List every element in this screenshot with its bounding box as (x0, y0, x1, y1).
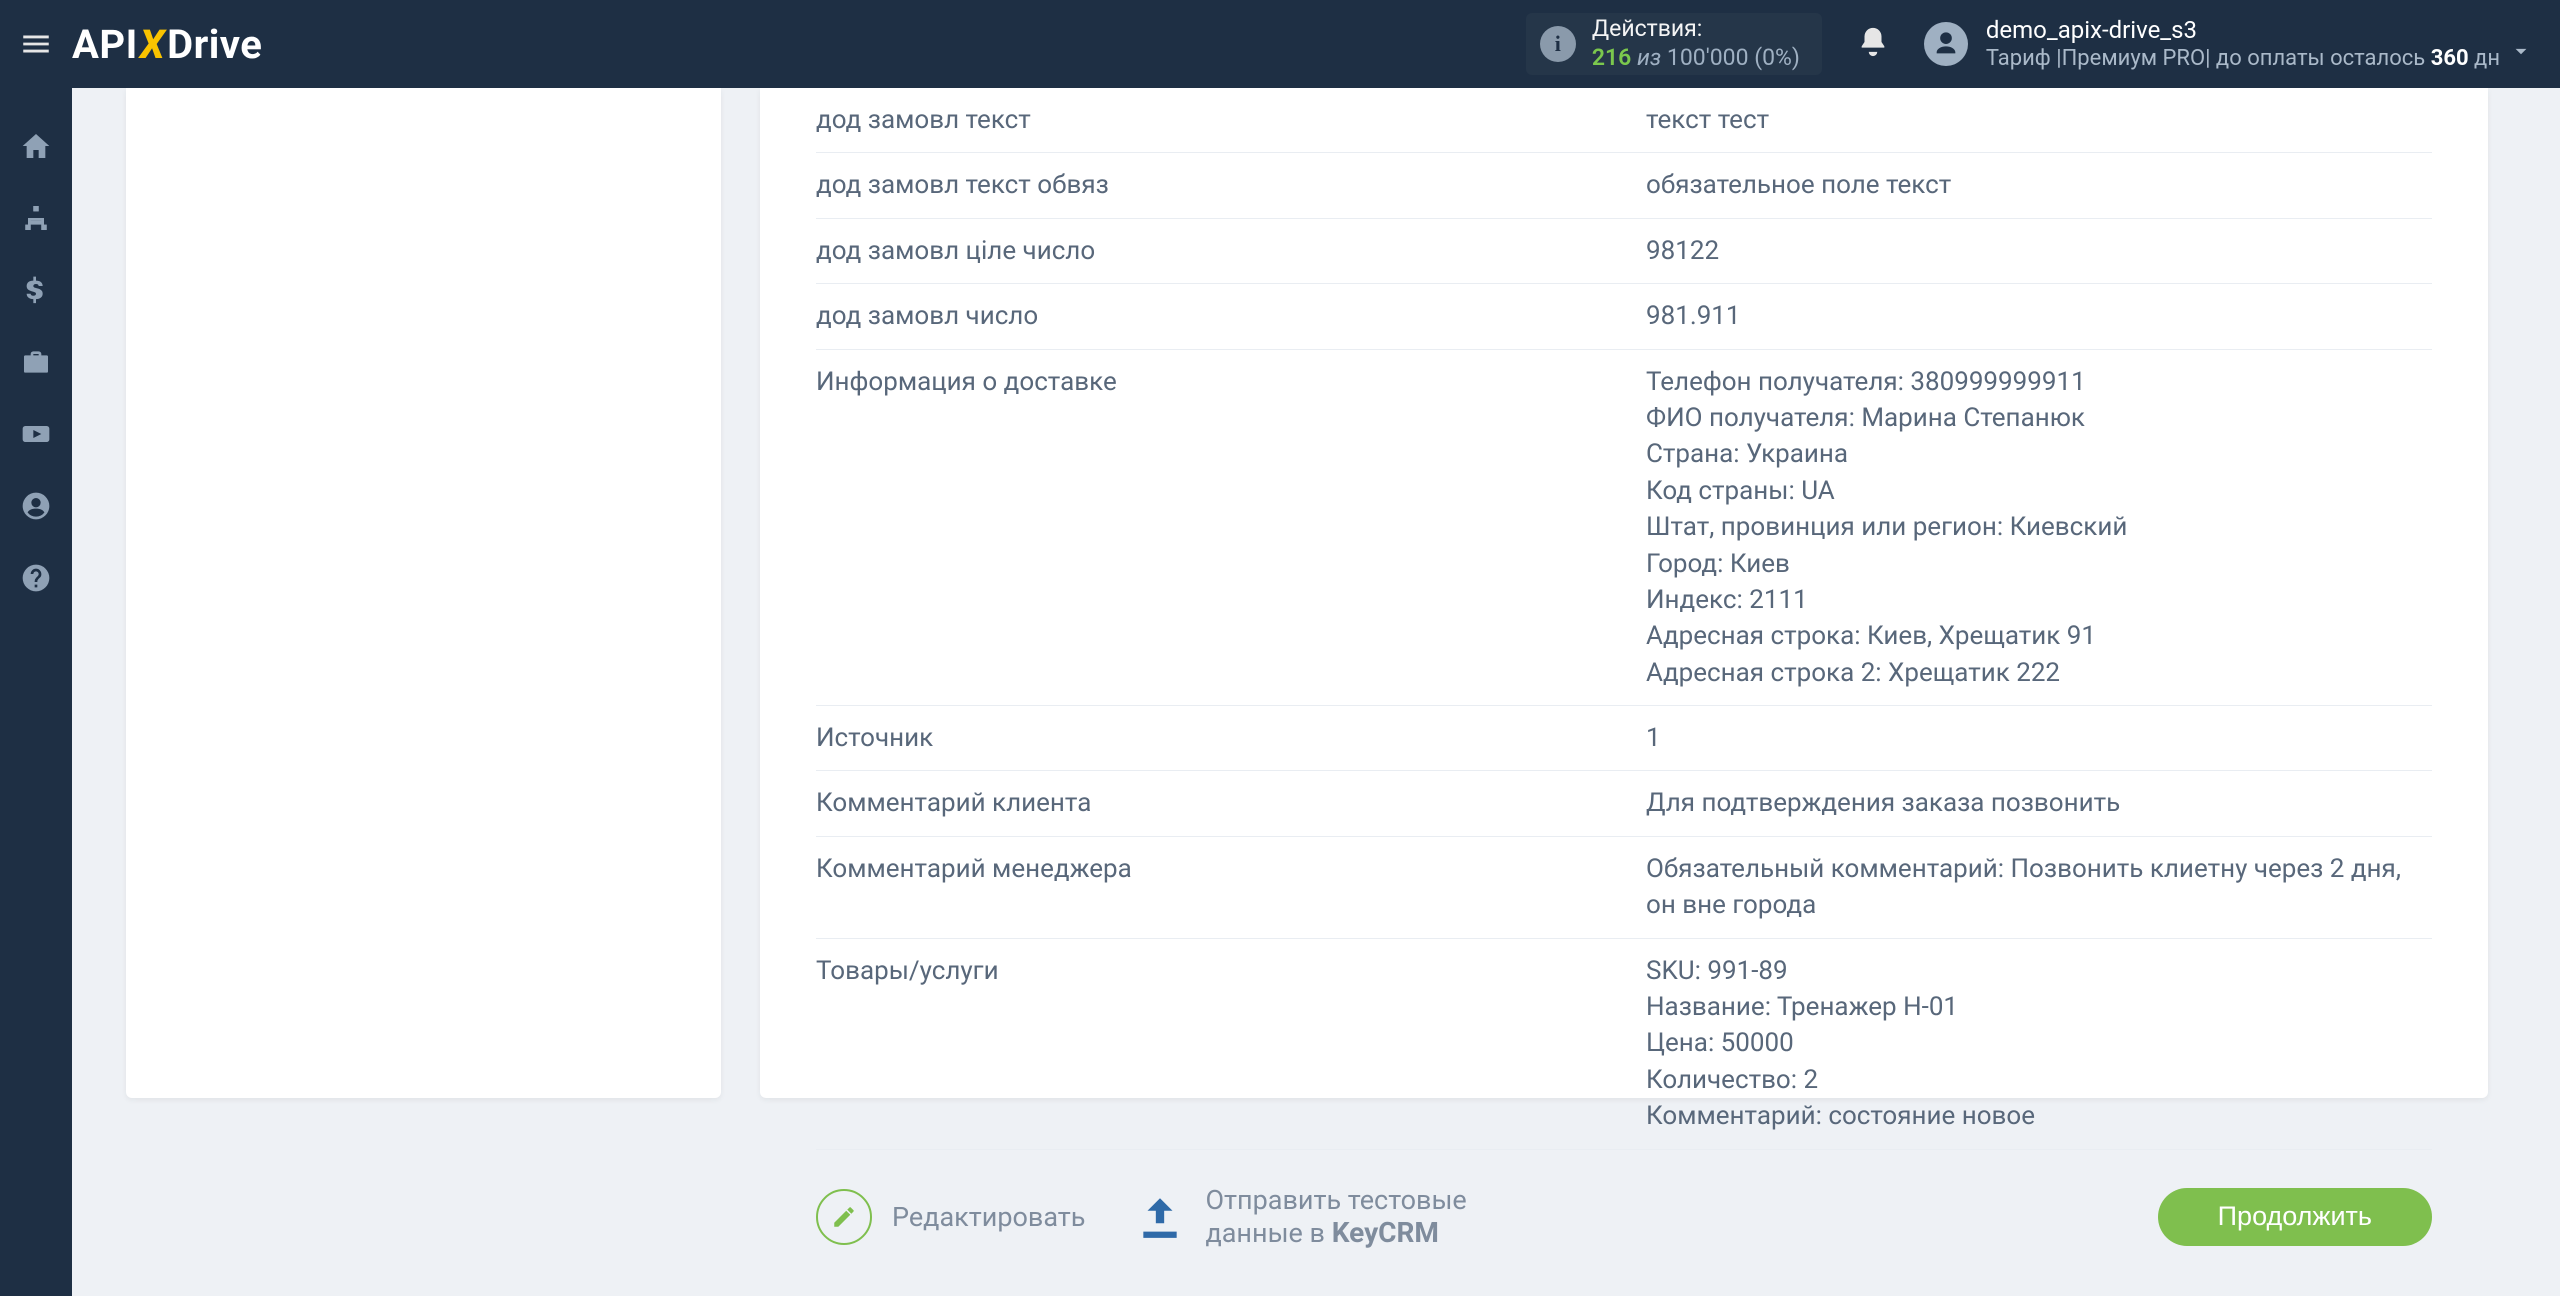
table-row: дод замовл тексттекст тест (816, 88, 2432, 153)
table-row: Информация о доставкеТелефон получателя:… (816, 349, 2432, 706)
field-label: Комментарий менеджера (816, 836, 1646, 938)
fields-table: дод замовл тексттекст тестдод замовл тек… (816, 88, 2432, 1150)
nav-home[interactable] (20, 130, 52, 166)
table-row: Источник1 (816, 706, 2432, 771)
side-panel-card (126, 88, 721, 1098)
nav-connections[interactable] (20, 202, 52, 238)
field-label: Источник (816, 706, 1646, 771)
chevron-down-icon (2508, 38, 2534, 64)
edit-label: Редактировать (892, 1201, 1085, 1233)
edit-button[interactable]: Редактировать (816, 1189, 1085, 1245)
user-circle-icon (20, 490, 52, 522)
avatar (1924, 22, 1968, 66)
actions-label: Действия: (1592, 15, 1800, 44)
user-menu[interactable]: demo_apix-drive_s3 Тариф |Премиум PRO| д… (1924, 15, 2560, 73)
actions-used: 216 (1592, 44, 1631, 71)
dollar-icon (20, 274, 52, 306)
menu-toggle[interactable] (0, 0, 72, 88)
bell-icon (1856, 25, 1890, 59)
actions-of: из (1637, 44, 1661, 71)
actions-counter[interactable]: i Действия: 216 из 100'000 (0%) (1526, 13, 1822, 75)
side-rail (0, 88, 72, 1296)
table-row: Комментарий менеджераОбязательный коммен… (816, 836, 2432, 938)
table-row: дод замовл текст обвязобязательное поле … (816, 153, 2432, 218)
content-area: дод замовл тексттекст тестдод замовл тек… (72, 88, 2560, 1296)
actions-text: Действия: 216 из 100'000 (0%) (1592, 15, 1800, 73)
send-test-text: Отправить тестовые данные в KeyCRM (1205, 1184, 1466, 1250)
user-icon (1932, 30, 1960, 58)
field-label: дод замовл текст (816, 88, 1646, 153)
nav-business[interactable] (20, 346, 52, 382)
nav-video[interactable] (20, 418, 52, 454)
field-value: Для подтверждения заказа позвонить (1646, 771, 2432, 836)
table-row: Товары/услугиSKU: 991-89 Название: Трена… (816, 938, 2432, 1149)
table-row: Комментарий клиентаДля подтверждения зак… (816, 771, 2432, 836)
field-label: Информация о доставке (816, 349, 1646, 706)
logo-text-drive: Drive (167, 21, 262, 68)
field-label: дод замовл текст обвяз (816, 153, 1646, 218)
actions-max: 100'000 (1667, 44, 1749, 71)
field-value: 1 (1646, 706, 2432, 771)
nav-account[interactable] (20, 490, 52, 526)
help-icon (20, 562, 52, 594)
field-value: текст тест (1646, 88, 2432, 153)
user-name: demo_apix-drive_s3 (1986, 15, 2500, 45)
nav-billing[interactable] (20, 274, 52, 310)
continue-button[interactable]: Продолжить (2158, 1188, 2432, 1246)
field-value: SKU: 991-89 Название: Тренажер H-01 Цена… (1646, 938, 2432, 1149)
hamburger-icon (19, 27, 53, 61)
brand-logo[interactable]: API X Drive (72, 21, 262, 68)
table-row: дод замовл число981.911 (816, 284, 2432, 349)
pencil-icon (831, 1204, 857, 1230)
logo-text-x: X (140, 21, 165, 68)
app-header: API X Drive i Действия: 216 из 100'000 (… (0, 0, 2560, 88)
youtube-icon (20, 418, 52, 450)
field-label: Товары/услуги (816, 938, 1646, 1149)
field-label: Комментарий клиента (816, 771, 1646, 836)
upload-icon (1135, 1192, 1185, 1242)
table-row: дод замовл ціле число98122 (816, 218, 2432, 283)
actions-pct: (0%) (1754, 44, 1800, 71)
nav-help[interactable] (20, 562, 52, 598)
card-footer: Редактировать Отправить тестовые данные … (816, 1184, 2432, 1250)
user-text: demo_apix-drive_s3 Тариф |Премиум PRO| д… (1986, 15, 2500, 73)
sitemap-icon (20, 202, 52, 234)
logo-text-api: API (72, 21, 138, 68)
send-test-button[interactable]: Отправить тестовые данные в KeyCRM (1135, 1184, 1466, 1250)
field-label: дод замовл ціле число (816, 218, 1646, 283)
home-icon (20, 130, 52, 162)
main-card: дод замовл тексттекст тестдод замовл тек… (760, 88, 2488, 1098)
field-value: 98122 (1646, 218, 2432, 283)
notifications-button[interactable] (1856, 25, 1890, 63)
user-menu-chevron[interactable] (2508, 38, 2534, 68)
field-value: обязательное поле текст (1646, 153, 2432, 218)
field-value: Телефон получателя: 380999999911 ФИО пол… (1646, 349, 2432, 706)
field-value: Обязательный комментарий: Позвонить клие… (1646, 836, 2432, 938)
field-label: дод замовл число (816, 284, 1646, 349)
edit-icon-circle (816, 1189, 872, 1245)
info-icon: i (1540, 26, 1576, 62)
briefcase-icon (20, 346, 52, 378)
field-value: 981.911 (1646, 284, 2432, 349)
user-plan: Тариф |Премиум PRO| до оплаты осталось 3… (1986, 45, 2500, 73)
